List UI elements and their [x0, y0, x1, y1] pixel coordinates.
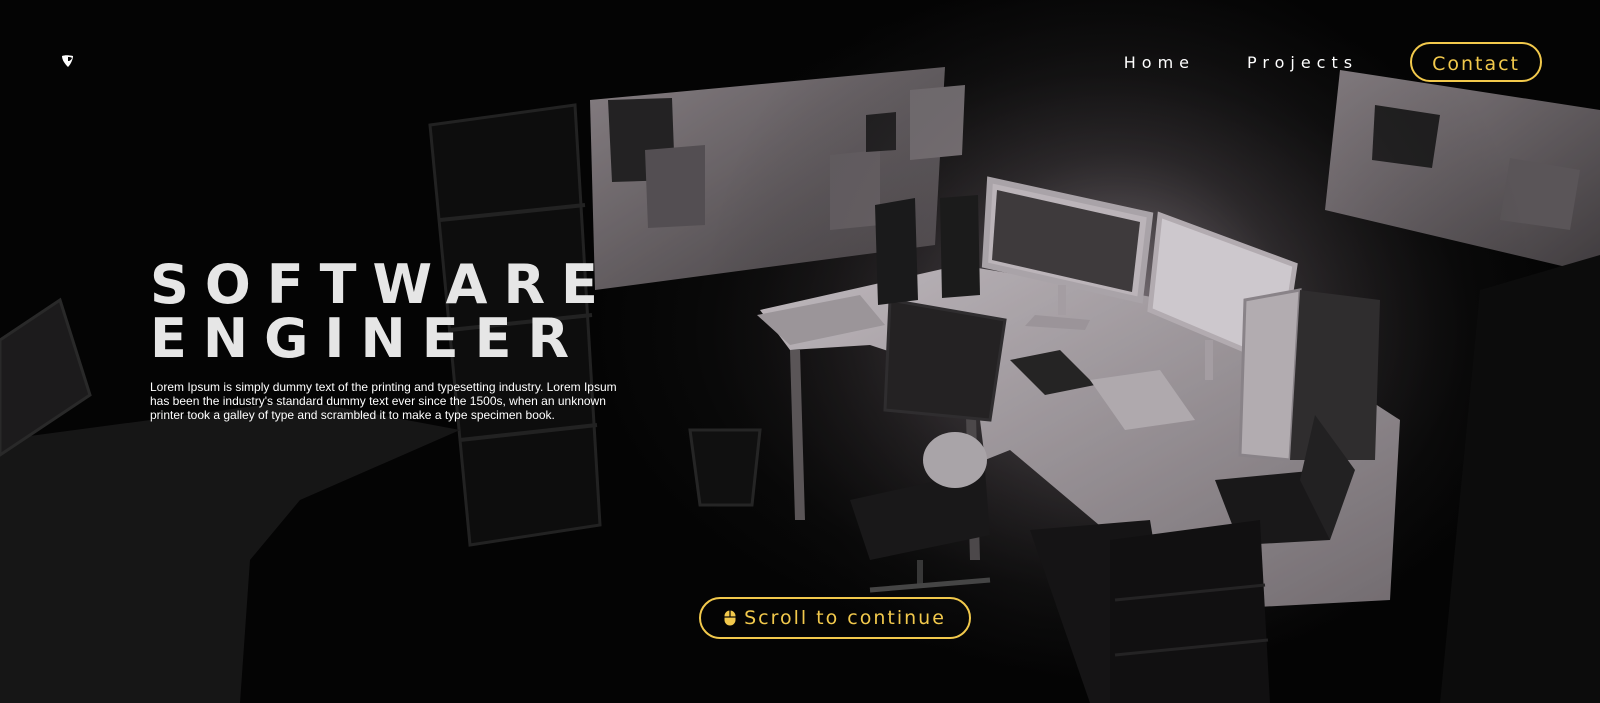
scroll-to-continue-button[interactable]: Scroll to continue: [699, 597, 971, 639]
hero-title-line2: ENGINEER: [150, 307, 586, 370]
hero-title: SOFTWARE ENGINEER: [150, 258, 630, 366]
hero-description: Lorem Ipsum is simply dummy text of the …: [150, 380, 617, 422]
hero-section: SOFTWARE ENGINEER Lorem Ipsum is simply …: [150, 258, 630, 423]
typo3-logo-icon[interactable]: [60, 53, 76, 69]
nav-link-home[interactable]: Home: [1124, 53, 1195, 72]
contact-button[interactable]: Contact: [1410, 42, 1542, 82]
main-nav: Home Projects Contact: [1124, 40, 1542, 84]
scroll-label: Scroll to continue: [744, 607, 946, 629]
hero-title-line1: SOFTWARE: [150, 253, 614, 316]
nav-link-projects[interactable]: Projects: [1247, 53, 1358, 72]
mouse-icon: [724, 610, 736, 626]
landing-page: Home Projects Contact SOFTWARE ENGINEER …: [0, 0, 1600, 703]
